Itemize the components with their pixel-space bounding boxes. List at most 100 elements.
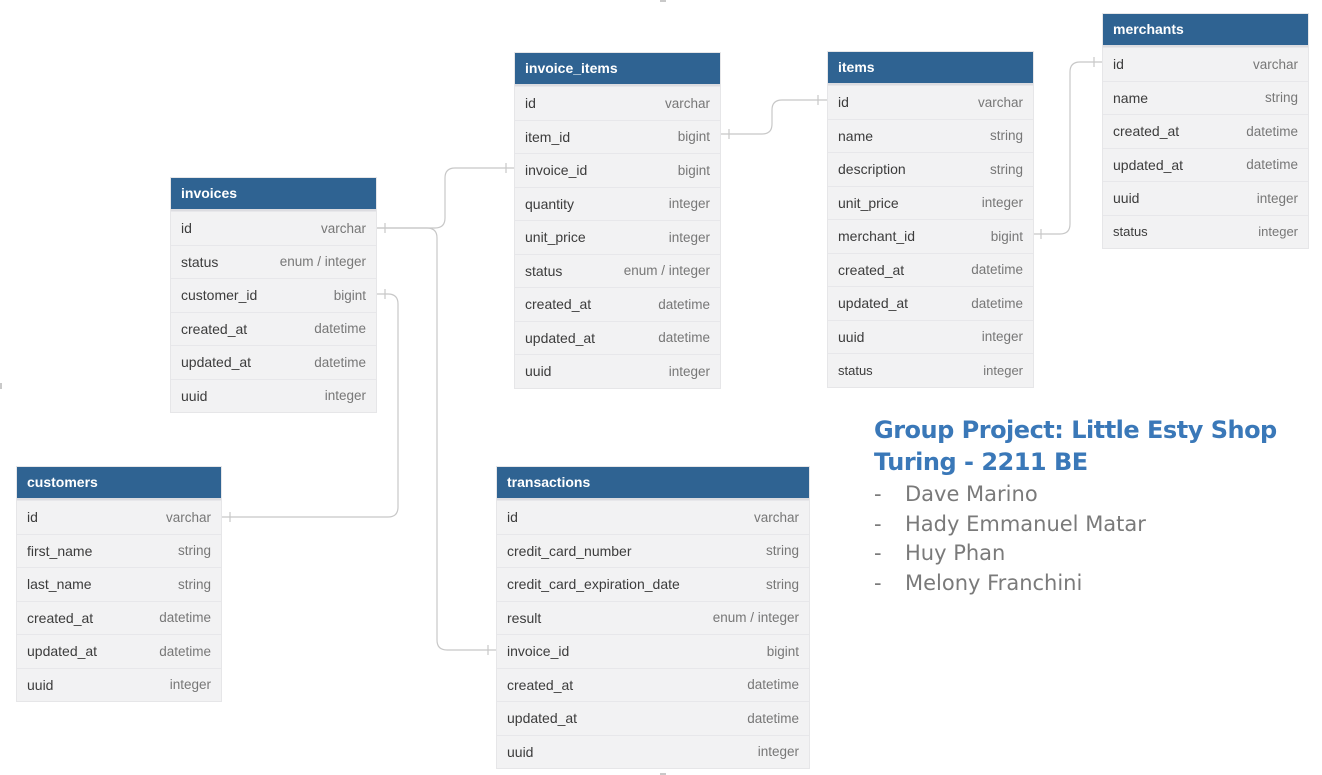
table-row[interactable]: unit_price integer — [515, 220, 720, 254]
field-name: id — [838, 94, 849, 111]
field-type: string — [177, 576, 211, 592]
table-row[interactable]: status integer — [1103, 214, 1308, 249]
table-row[interactable]: created_at datetime — [171, 311, 376, 346]
field-name: created_at — [525, 296, 592, 313]
field-name: id — [525, 95, 536, 112]
table-row[interactable]: description string — [828, 152, 1033, 186]
table-row[interactable]: status enum / integer — [171, 244, 376, 279]
table-row[interactable]: name string — [828, 118, 1033, 153]
list-item: - Huy Phan — [874, 539, 1277, 569]
field-name: id — [181, 220, 192, 237]
table-row[interactable]: id varchar — [828, 85, 1033, 119]
table-row[interactable]: customer_id bigint — [171, 278, 376, 312]
field-name: created_at — [181, 320, 248, 337]
field-type: datetime — [1246, 123, 1298, 139]
table-row[interactable]: created_at datetime — [1103, 114, 1308, 148]
field-name: description — [838, 161, 906, 178]
table-header[interactable]: customers — [17, 467, 221, 500]
table-row[interactable]: status enum / integer — [515, 253, 720, 288]
table-row[interactable]: id varchar — [171, 211, 376, 245]
table-header[interactable]: invoice_items — [515, 53, 720, 86]
table-header[interactable]: invoices — [171, 178, 376, 211]
field-name: invoice_id — [507, 643, 570, 660]
field-type: integer — [981, 195, 1023, 211]
note-title-line2: Turing - 2211 BE — [874, 448, 1088, 476]
table-row[interactable]: updated_at datetime — [497, 701, 809, 735]
field-type: enum / integer — [712, 610, 799, 626]
table-row[interactable]: first_name string — [17, 533, 221, 568]
canvas-edge-mark — [0, 383, 2, 389]
field-type: datetime — [971, 295, 1023, 311]
table-row[interactable]: invoice_id bigint — [515, 153, 720, 187]
field-name: merchant_id — [838, 228, 916, 245]
table-header[interactable]: merchants — [1103, 14, 1308, 47]
table-row[interactable]: credit_card_expiration_date string — [497, 567, 809, 601]
table-row[interactable]: updated_at datetime — [828, 286, 1033, 320]
table-row[interactable]: created_at datetime — [515, 287, 720, 321]
field-type: datetime — [747, 710, 799, 726]
table-row[interactable]: credit_card_number string — [497, 533, 809, 568]
table-header[interactable]: transactions — [497, 467, 809, 500]
field-type: varchar — [664, 95, 710, 111]
table-row[interactable]: id varchar — [1103, 47, 1308, 81]
table-row[interactable]: last_name string — [17, 567, 221, 601]
table-invoices[interactable]: invoices id varchar status enum / integer … — [171, 178, 376, 412]
field-type: integer — [324, 388, 366, 404]
field-type: datetime — [747, 677, 799, 693]
table-row[interactable]: id varchar — [497, 500, 809, 534]
member-name: Melony Franchini — [905, 570, 1083, 595]
field-name: id — [507, 509, 518, 526]
member-name: Dave Marino — [905, 482, 1038, 506]
table-row[interactable]: result enum / integer — [497, 600, 809, 635]
table-row[interactable]: quantity integer — [515, 186, 720, 221]
table-row[interactable]: name string — [1103, 80, 1308, 115]
field-name: invoice_id — [525, 162, 588, 179]
field-type: datetime — [658, 330, 710, 346]
table-row[interactable]: uuid integer — [17, 667, 221, 702]
field-name: credit_card_expiration_date — [507, 576, 680, 593]
field-name: updated_at — [1113, 156, 1184, 173]
table-row[interactable]: id varchar — [515, 86, 720, 120]
bullet-dash: - — [874, 482, 882, 506]
field-type: integer — [981, 329, 1023, 345]
table-row[interactable]: updated_at datetime — [1103, 147, 1308, 182]
table-row[interactable]: unit_price integer — [828, 185, 1033, 220]
field-type: bigint — [990, 228, 1023, 244]
field-name: created_at — [838, 261, 905, 278]
field-type: bigint — [333, 287, 366, 303]
table-header[interactable]: items — [828, 52, 1033, 85]
table-row[interactable]: invoice_id bigint — [497, 634, 809, 668]
connector-items-merchants — [1032, 61, 1103, 235]
field-name: customer_id — [181, 287, 258, 304]
table-row[interactable]: uuid integer — [828, 319, 1033, 354]
table-invoice-items[interactable]: invoice_items id varchar item_id bigint in… — [515, 53, 720, 388]
canvas-edge-mark — [660, 0, 666, 2]
connector-invoices-invoice-items — [376, 167, 515, 229]
table-transactions[interactable]: transactions id varchar credit_card_numbe… — [497, 467, 809, 768]
table-row[interactable]: status integer — [828, 353, 1033, 387]
table-row[interactable]: uuid integer — [515, 354, 720, 388]
table-row[interactable]: item_id bigint — [515, 119, 720, 154]
table-row[interactable]: uuid integer — [171, 378, 376, 413]
table-row[interactable]: uuid integer — [1103, 181, 1308, 215]
table-row[interactable]: updated_at datetime — [17, 634, 221, 668]
table-row[interactable]: updated_at datetime — [515, 320, 720, 355]
field-type: datetime — [159, 610, 211, 626]
field-type: varchar — [165, 509, 211, 525]
field-name: status — [1113, 224, 1148, 240]
table-row[interactable]: id varchar — [17, 500, 221, 534]
table-row[interactable]: uuid integer — [497, 734, 809, 769]
table-row[interactable]: merchant_id bigint — [828, 219, 1033, 253]
member-name: Hady Emmanuel Matar — [905, 511, 1146, 536]
table-row[interactable]: created_at datetime — [497, 667, 809, 702]
field-name: uuid — [525, 363, 552, 380]
table-items[interactable]: items id varchar name string description st… — [828, 52, 1033, 387]
table-customers[interactable]: customers id varchar first_name string las… — [17, 467, 221, 701]
table-merchants[interactable]: merchants id varchar name string created_a… — [1103, 14, 1308, 248]
field-name: uuid — [1113, 190, 1140, 207]
table-row[interactable]: updated_at datetime — [171, 345, 376, 379]
field-name: created_at — [1113, 123, 1180, 140]
field-type: bigint — [766, 643, 799, 659]
table-row[interactable]: created_at datetime — [17, 600, 221, 635]
table-row[interactable]: created_at datetime — [828, 252, 1033, 287]
